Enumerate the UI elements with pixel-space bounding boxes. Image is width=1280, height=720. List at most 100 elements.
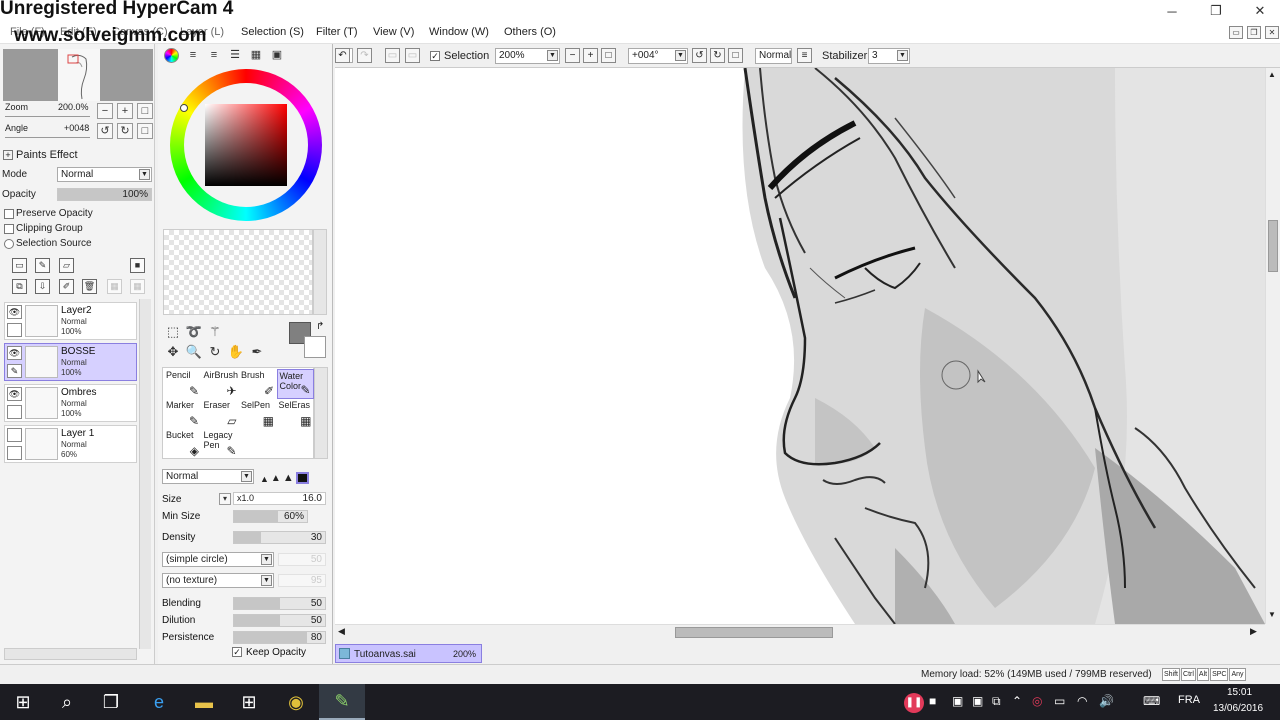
task-view-icon[interactable]: ❐: [88, 684, 134, 720]
layer-mask-icon[interactable]: ■: [130, 258, 145, 273]
close-button[interactable]: ✕: [1238, 0, 1280, 22]
preserve-opacity-checkbox[interactable]: [4, 209, 14, 219]
mdi-minimize-button[interactable]: ▭: [1229, 26, 1243, 39]
selection-source-checkbox[interactable]: [4, 239, 14, 249]
scroll-left-icon[interactable]: ◀: [338, 626, 345, 637]
clear-layer-icon[interactable]: ✐: [59, 279, 74, 294]
language-indicator[interactable]: FRA: [1178, 694, 1200, 706]
shape-medium-icon[interactable]: ▲: [271, 473, 281, 484]
delete-layer-icon[interactable]: 🗑: [82, 279, 97, 294]
stabilizer-dropdown[interactable]: 3 ▼: [868, 48, 910, 64]
canvas-horizontal-scrollbar[interactable]: ◀ ▶: [335, 624, 1265, 640]
layer-row[interactable]: 👁 Layer2 Normal 100%: [4, 302, 137, 340]
scratchpad[interactable]: [163, 229, 313, 315]
zoom-icon[interactable]: 🔍: [185, 343, 203, 361]
keyboard-icon[interactable]: ⌨: [1143, 694, 1160, 708]
persistence-slider[interactable]: 80: [233, 631, 326, 644]
toolbar-rotate-right-button[interactable]: ↻: [710, 48, 725, 63]
vertical-scroll-thumb[interactable]: [1268, 220, 1278, 272]
menu-others[interactable]: Others (O): [504, 26, 556, 38]
eye-icon[interactable]: 👁: [7, 387, 22, 401]
tray-icon-1[interactable]: ▣: [952, 694, 963, 708]
layer-list-scrollbar[interactable]: [139, 299, 151, 649]
mdi-restore-button[interactable]: ❐: [1247, 26, 1261, 39]
scroll-right-icon[interactable]: ▶: [1250, 626, 1257, 637]
restore-button[interactable]: ❐: [1194, 0, 1238, 22]
drawing-canvas[interactable]: [335, 68, 1265, 624]
undo-icon[interactable]: ↶: [335, 48, 350, 63]
mdi-close-button[interactable]: ✕: [1265, 26, 1279, 39]
brush-eraser[interactable]: Eraser ▱: [202, 399, 239, 429]
tray-battery-icon[interactable]: ▭: [1054, 694, 1065, 708]
merge-down-icon[interactable]: ⇩: [35, 279, 50, 294]
color-wheel-mode-icon[interactable]: [164, 48, 179, 63]
brush-shape-selector[interactable]: ▲ ▲ ▲: [260, 470, 326, 484]
toolbar-zoom-in-button[interactable]: +: [583, 48, 598, 63]
eye-icon[interactable]: 👁: [7, 346, 22, 360]
dilution-slider[interactable]: 50: [233, 614, 326, 627]
horizontal-scroll-thumb[interactable]: [675, 627, 833, 638]
shape-square-icon[interactable]: [295, 472, 309, 484]
size-mult-button[interactable]: ▾: [219, 493, 231, 505]
layer-lock-icon[interactable]: [7, 446, 22, 460]
clock-time[interactable]: 15:01: [1227, 687, 1252, 698]
saturation-value-square[interactable]: [205, 104, 287, 186]
blending-slider[interactable]: 50: [233, 597, 326, 610]
brush-water-color[interactable]: Water Color ✎: [276, 369, 314, 399]
scroll-down-icon[interactable]: ▼: [1268, 610, 1276, 619]
min-size-slider[interactable]: 60%: [233, 510, 308, 523]
layer-mode-dropdown[interactable]: Normal ▼: [57, 167, 152, 182]
scratchpad-mode-icon[interactable]: ▣: [268, 46, 286, 64]
tray-icon-3[interactable]: ⧉: [992, 694, 1001, 709]
swatch-mode-icon[interactable]: ▦: [247, 46, 265, 64]
brush-seleras[interactable]: SelEras ▦: [277, 399, 314, 429]
shape-soft-icon[interactable]: ▲: [260, 474, 269, 484]
brush-marker[interactable]: Marker ✎: [164, 399, 201, 429]
menu-view[interactable]: View (V): [373, 26, 414, 38]
zoom-slider[interactable]: [5, 116, 90, 117]
copy-layer-icon[interactable]: ⧉: [12, 279, 27, 294]
file-explorer-icon[interactable]: ▬: [181, 684, 227, 720]
paint-tool-sai-icon[interactable]: ✎: [319, 684, 365, 720]
layer-list-hscrollbar[interactable]: [4, 648, 137, 660]
redo-icon[interactable]: ↷: [357, 48, 372, 63]
record-stop-icon[interactable]: ■: [929, 694, 936, 708]
store-icon[interactable]: ⊞: [226, 684, 272, 720]
zoom-in-button[interactable]: +: [117, 103, 133, 119]
rotate-icon[interactable]: ↻: [206, 343, 224, 361]
layer-row[interactable]: 👁 ✎ BOSSE Normal 100%: [4, 343, 137, 381]
tray-icon-2[interactable]: ▣: [972, 694, 983, 708]
shape-hard-icon[interactable]: ▲: [283, 472, 294, 484]
color-list-mode-icon[interactable]: ☰: [226, 46, 244, 64]
view-mode-field[interactable]: Normal: [755, 48, 792, 64]
layer-lock-icon[interactable]: [7, 405, 22, 419]
density-slider[interactable]: 30: [233, 531, 326, 544]
wifi-icon[interactable]: ◠: [1077, 694, 1087, 708]
toolbar-rotate-left-button[interactable]: ↺: [692, 48, 707, 63]
clock-date[interactable]: 13/06/2016: [1213, 703, 1263, 714]
menu-window[interactable]: Window (W): [429, 26, 489, 38]
angle-dropdown[interactable]: +004° ▼: [628, 48, 688, 64]
scroll-up-icon[interactable]: ▲: [1268, 70, 1276, 79]
brush-pencil[interactable]: Pencil ✎: [164, 369, 201, 399]
deselect-icon[interactable]: ▭: [385, 48, 400, 63]
invert-selection-icon[interactable]: ▭: [405, 48, 420, 63]
tray-app-icon[interactable]: ◎: [1032, 694, 1042, 708]
canvas-vertical-scrollbar[interactable]: ▲ ▼: [1265, 68, 1280, 624]
record-pause-icon[interactable]: ❚❚: [904, 693, 924, 713]
brush-airbrush[interactable]: AirBrush ✈: [202, 369, 239, 399]
zoom-reset-button[interactable]: □: [137, 103, 153, 119]
secondary-color-swatch[interactable]: [304, 336, 326, 358]
minimize-button[interactable]: ─: [1150, 0, 1194, 22]
layer-row[interactable]: Layer 1 Normal 60%: [4, 425, 137, 463]
brush-brush[interactable]: Brush ✐: [239, 369, 276, 399]
eye-hidden-icon[interactable]: [7, 428, 22, 442]
brush-lock-icon[interactable]: ✎: [7, 364, 22, 378]
angle-slider[interactable]: [5, 137, 90, 138]
rotate-reset-button[interactable]: □: [137, 123, 153, 139]
edge-icon[interactable]: e: [136, 684, 182, 720]
view-mode-menu-icon[interactable]: ≡: [797, 48, 812, 63]
search-icon[interactable]: ⌕: [44, 684, 90, 720]
rotate-left-button[interactable]: ↺: [97, 123, 113, 139]
scratchpad-scrollbar[interactable]: [313, 229, 327, 315]
